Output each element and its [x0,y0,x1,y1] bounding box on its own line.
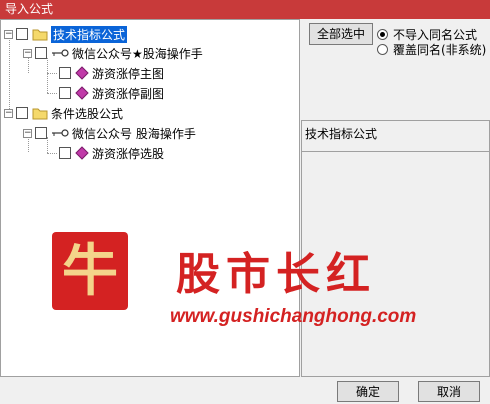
formula-diamond-icon [75,146,89,160]
tree-connector [47,58,48,93]
folder-icon [32,29,48,41]
checkbox[interactable] [59,147,71,159]
tree-node-tech-formulas[interactable]: − 技术指标公式 [4,24,128,44]
checkbox[interactable] [35,47,47,59]
tree-connector [47,153,57,154]
watermark-logo: 牛 [52,232,128,310]
info-header: 技术指标公式 [301,120,490,152]
tree-node-formula[interactable]: 游资涨停选股 [59,143,164,163]
window-title: 导入公式 [0,0,490,19]
checkbox[interactable] [59,67,71,79]
tree-node-label: 微信公众号 股海操作手 [72,126,196,141]
radio-overwrite-duplicates[interactable]: 覆盖同名(非系统) [377,41,486,58]
tree-connector [47,73,57,74]
tree-node-author[interactable]: − 微信公众号 股海操作手 [23,123,196,143]
radio-label: 覆盖同名(非系统) [393,43,487,57]
key-icon [52,129,69,137]
watermark-url: www.gushichanghong.com [170,306,417,327]
tree-node-formula[interactable]: 游资涨停副图 [59,83,164,103]
folder-icon [32,108,48,120]
tree-node-label: 游资涨停主图 [92,66,165,81]
collapse-icon[interactable]: − [23,128,32,138]
watermark-brand: 股市长红 [176,249,376,300]
tree-node-label: 游资涨停副图 [92,86,165,101]
select-all-button[interactable]: 全部选中 [309,23,373,45]
formula-diamond-icon [75,66,89,80]
radio-checked-icon[interactable] [377,29,388,40]
collapse-icon[interactable]: − [4,29,13,39]
tree-connector [47,93,57,94]
checkbox[interactable] [16,28,28,40]
tree-node-label: 微信公众号★股海操作手 [72,46,203,61]
formula-diamond-icon [75,86,89,100]
watermark-logo-char: 牛 [62,238,118,304]
key-icon [52,49,69,57]
checkbox[interactable] [35,127,47,139]
tree-node-label: 技术指标公式 [51,25,128,43]
cancel-button[interactable]: 取消 [418,381,480,402]
checkbox[interactable] [16,107,28,119]
checkbox[interactable] [59,87,71,99]
tree-node-label: 游资涨停选股 [92,146,165,161]
radio-unchecked-icon[interactable] [377,44,388,55]
ok-button[interactable]: 确定 [337,381,399,402]
tree-node-selection-formulas[interactable]: − 条件选股公式 [4,103,123,123]
collapse-icon[interactable]: − [4,108,13,118]
info-title: 技术指标公式 [305,127,378,141]
tree-node-author[interactable]: − 微信公众号★股海操作手 [23,43,203,63]
tree-node-formula[interactable]: 游资涨停主图 [59,63,164,83]
tree-node-label: 条件选股公式 [51,106,124,121]
collapse-icon[interactable]: − [23,48,32,58]
